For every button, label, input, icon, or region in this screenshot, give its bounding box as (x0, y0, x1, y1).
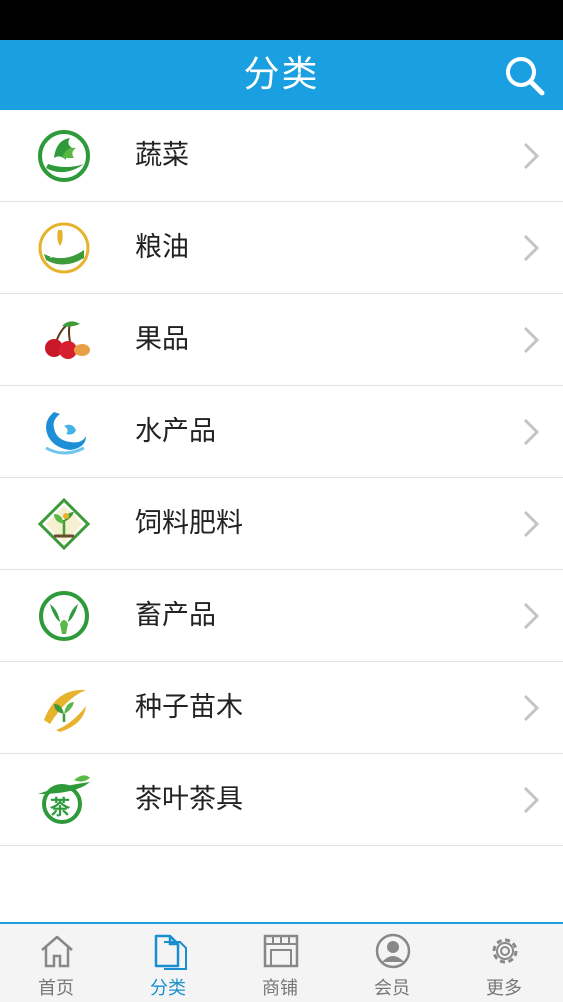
fruit-icon (45, 321, 90, 359)
category-item-feed-fertilizer[interactable]: 饲料肥料 (0, 478, 563, 570)
category-item-livestock[interactable]: 畜产品 (0, 570, 563, 662)
status-bar (0, 0, 563, 40)
page-title: 分类 (243, 54, 320, 95)
tab-home[interactable]: 首页 (0, 924, 112, 1002)
livestock-products-icon (39, 591, 89, 641)
chevron-right-icon (523, 142, 539, 170)
chevron-right-icon (523, 418, 539, 446)
home-icon (41, 935, 73, 968)
svg-text:MS: MS (50, 248, 66, 261)
category-label: 种子苗木 (135, 692, 243, 723)
svg-text:茶: 茶 (50, 795, 71, 819)
chevron-right-icon (523, 694, 539, 722)
category-item-tea[interactable]: 茶 茶叶茶具 (0, 754, 563, 846)
category-label: 畜产品 (135, 600, 216, 631)
header-bar: 分类 (0, 40, 563, 110)
vegetables-icon (38, 130, 90, 182)
tab-member[interactable]: 会员 (336, 924, 448, 1002)
category-label: 粮油 (135, 232, 189, 263)
chevron-right-icon (523, 786, 539, 814)
seeds-seedlings-icon (44, 689, 86, 732)
category-item-seeds[interactable]: 种子苗木 (0, 662, 563, 754)
tab-label: 会员 (374, 978, 410, 999)
search-icon (506, 57, 545, 96)
tab-label: 首页 (38, 978, 74, 999)
chevron-right-icon (523, 510, 539, 538)
tab-label: 商铺 (262, 978, 298, 999)
chevron-right-icon (523, 602, 539, 630)
category-icon (154, 934, 187, 970)
chevron-right-icon (523, 326, 539, 354)
category-label: 蔬菜 (135, 140, 189, 171)
category-list: 蔬菜 MS 粮油 果品 水产品 饲料肥料 畜产品 种子苗木 茶 茶叶茶具 (0, 110, 563, 846)
feed-fertilizer-icon (37, 497, 91, 551)
category-item-vegetables[interactable]: 蔬菜 (0, 110, 563, 202)
search-button[interactable] (503, 54, 547, 98)
member-icon (375, 933, 411, 969)
tea-icon: 茶 (38, 775, 90, 824)
category-item-aquatic[interactable]: 水产品 (0, 386, 563, 478)
tab-label: 更多 (486, 978, 522, 999)
category-label: 饲料肥料 (135, 508, 243, 539)
grain-oil-icon: MS (38, 222, 90, 274)
tab-shop[interactable]: 商铺 (224, 924, 336, 1002)
category-label: 茶叶茶具 (135, 784, 243, 815)
category-item-fruit[interactable]: 果品 (0, 294, 563, 386)
gear-icon (492, 938, 518, 964)
category-label: 果品 (135, 324, 189, 355)
category-label: 水产品 (135, 416, 216, 447)
aquatic-products-icon (45, 412, 86, 455)
chevron-right-icon (523, 234, 539, 262)
category-item-grain-oil[interactable]: MS 粮油 (0, 202, 563, 294)
tab-category[interactable]: 分类 (112, 924, 224, 1002)
tab-more[interactable]: 更多 (448, 924, 560, 1002)
tab-label: 分类 (150, 978, 186, 999)
shop-icon (263, 934, 299, 968)
bottom-tab-bar: 首页 分类 商铺 会员 更多 (0, 922, 563, 1002)
